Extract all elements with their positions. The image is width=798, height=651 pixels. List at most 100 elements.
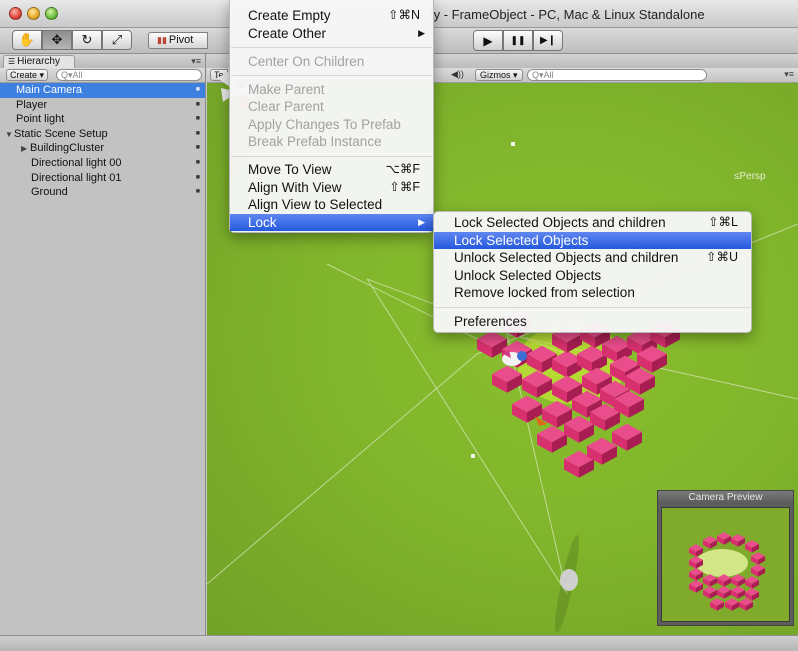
hierarchy-search-input[interactable]: Q▾All (56, 69, 202, 81)
hierarchy-panel: ☰ Hierarchy ▾≡ Create ▾ Q▾All Main Camera… (0, 54, 206, 635)
pause-icon: ❚❚ (510, 35, 526, 45)
audio-toggle-icon[interactable]: ◀)) (451, 69, 464, 80)
hierarchy-item-label: Ground (31, 186, 68, 199)
light-handle[interactable] (511, 142, 515, 146)
camera-preview: Camera Preview (657, 490, 794, 626)
menu-item-unlock-selected-objects-and-children[interactable]: Unlock Selected Objects and children ⇧⌘U (434, 249, 751, 267)
menu-item-label: Lock Selected Objects and children (454, 215, 666, 230)
lock-icon[interactable]: ■ (196, 112, 200, 127)
menu-item-preferences[interactable]: Preferences (434, 313, 751, 331)
lock-icon[interactable]: ■ (196, 185, 200, 200)
menu-item-align-with-view[interactable]: Align With View ⇧⌘F (230, 179, 433, 197)
menu-item-label: Preferences (454, 313, 527, 329)
pivot-label: Pivot (168, 34, 194, 46)
player-sphere[interactable] (560, 569, 578, 591)
scene-search-input[interactable]: Q▾All (527, 69, 707, 81)
menu-item-label: Center On Children (248, 53, 365, 69)
hierarchy-item-player[interactable]: Player ■ (0, 98, 205, 113)
preview-render (689, 532, 765, 611)
hierarchy-item-main-camera[interactable]: Main Camera ■ (0, 83, 205, 98)
lock-icon[interactable]: ■ (196, 127, 200, 142)
menu-item-label: Apply Changes To Prefab (248, 116, 401, 132)
menu-item-break-prefab-instance: Break Prefab Instance (230, 133, 433, 151)
step-button[interactable]: ▶❙ (533, 30, 563, 51)
menu-shortcut: ⌥⌘F (385, 162, 420, 176)
expanded-arrow-icon[interactable]: ▼ (5, 128, 14, 143)
menu-item-label: Align With View (248, 179, 342, 195)
menu-separator (435, 307, 750, 308)
gizmos-dropdown[interactable]: Gizmos ▾ (475, 69, 523, 81)
menu-shortcut: ⇧⌘N (387, 8, 420, 22)
light-handle[interactable] (471, 454, 475, 458)
lock-submenu: Lock Selected Objects and children ⇧⌘L Loc… (433, 211, 752, 333)
play-button[interactable]: ▶ (473, 30, 503, 51)
menu-item-unlock-selected-objects[interactable]: Unlock Selected Objects (434, 267, 751, 285)
menu-separator (231, 47, 432, 49)
hand-icon: ✋ (18, 32, 36, 47)
hierarchy-item-buildingcluster[interactable]: ▶ BuildingCluster ■ (0, 141, 205, 156)
menu-item-create-empty[interactable]: Create Empty ⇧⌘N (230, 7, 433, 25)
menu-item-label: Move To View (248, 162, 332, 177)
menu-item-lock-selected-objects-and-children[interactable]: Lock Selected Objects and children ⇧⌘L (434, 214, 751, 232)
menu-item-apply-changes-to-prefab: Apply Changes To Prefab (230, 116, 433, 134)
scale-tool-button[interactable]: ⤢ (102, 30, 132, 50)
panel-menu-icon[interactable]: ▾≡ (191, 56, 201, 67)
hierarchy-item-directional-light-01[interactable]: Directional light 01 ■ (0, 171, 205, 186)
menu-shortcut: ⇧⌘L (708, 215, 738, 229)
lock-icon[interactable]: ■ (196, 171, 200, 186)
menu-item-lock-selected-objects[interactable]: Lock Selected Objects (434, 231, 751, 249)
menu-item-label: Create Empty (248, 8, 331, 23)
submenu-arrow-icon: ▶ (418, 27, 425, 38)
minimize-window-button[interactable] (27, 7, 40, 20)
menu-item-create-other[interactable]: Create Other ▶ (230, 25, 433, 43)
menu-item-label: Break Prefab Instance (248, 134, 382, 149)
menu-item-remove-locked-from-selection[interactable]: Remove locked from selection (434, 284, 751, 302)
status-bar (0, 635, 798, 651)
create-dropdown[interactable]: Create ▾ (6, 69, 49, 81)
menu-item-label: Create Other (248, 25, 327, 41)
lock-icon[interactable]: ■ (196, 83, 200, 98)
menu-item-label: Make Parent (248, 81, 325, 97)
camera-preview-view (661, 507, 790, 622)
menu-item-label: Unlock Selected Objects (454, 267, 602, 283)
perspective-label[interactable]: ≤Persp (734, 171, 766, 182)
lock-icon[interactable]: ■ (196, 98, 200, 113)
lock-icon[interactable]: ■ (196, 156, 200, 171)
pivot-icon: ▮▮ (157, 35, 167, 45)
tab-hierarchy[interactable]: ☰ Hierarchy (3, 55, 75, 68)
menu-shortcut: ⇧⌘U (705, 250, 738, 264)
hierarchy-toolbar: Create ▾ Q▾All (0, 68, 205, 83)
menu-item-align-view-to-selected[interactable]: Align View to Selected (230, 196, 433, 214)
menu-item-clear-parent: Clear Parent (230, 98, 433, 116)
hierarchy-item-label: Directional light 00 (31, 156, 122, 169)
hierarchy-item-ground[interactable]: Ground ■ (0, 185, 205, 200)
hierarchy-item-label: Static Scene Setup (14, 127, 108, 140)
panel-menu-icon[interactable]: ▾≡ (784, 69, 794, 80)
pause-button[interactable]: ❚❚ (503, 30, 533, 51)
close-window-button[interactable] (9, 7, 22, 20)
move-tool-button[interactable]: ✥ (42, 30, 72, 50)
menu-item-label: Unlock Selected Objects and children (454, 250, 679, 265)
hierarchy-item-label: Player (16, 98, 48, 111)
rotate-tool-button[interactable]: ↻ (72, 30, 102, 50)
hierarchy-item-directional-light-00[interactable]: Directional light 00 ■ (0, 156, 205, 171)
hierarchy-list: Main Camera ■ Player ■ Point light ■ ▼Static S… (0, 83, 205, 200)
pivot-toggle-button[interactable]: ▮▮ Pivot (148, 32, 208, 49)
hierarchy-item-label: Main Camera (16, 84, 83, 96)
window-title: ty - FrameObject - PC, Mac & Linux Stand… (430, 7, 705, 22)
menu-item-move-to-view[interactable]: Move To View ⌥⌘F (230, 161, 433, 179)
hierarchy-item-static-scene-setup[interactable]: ▼Static Scene Setup ■ (0, 127, 205, 142)
collapsed-arrow-icon[interactable]: ▶ (21, 142, 30, 157)
zoom-window-button[interactable] (45, 7, 58, 20)
hand-tool-button[interactable]: ✋ (12, 30, 42, 50)
menu-item-label: Clear Parent (248, 99, 324, 114)
menu-item-label: Lock (248, 214, 277, 230)
submenu-arrow-icon: ▶ (418, 216, 425, 227)
menu-item-label: Align View to Selected (248, 197, 383, 212)
lock-icon[interactable]: ■ (196, 141, 200, 156)
scale-icon: ⤢ (111, 32, 123, 47)
move-icon: ✥ (51, 32, 63, 47)
hierarchy-item-point-light[interactable]: Point light ■ (0, 112, 205, 127)
menu-item-make-parent: Make Parent (230, 81, 433, 99)
menu-item-lock[interactable]: Lock ▶ (230, 213, 433, 231)
